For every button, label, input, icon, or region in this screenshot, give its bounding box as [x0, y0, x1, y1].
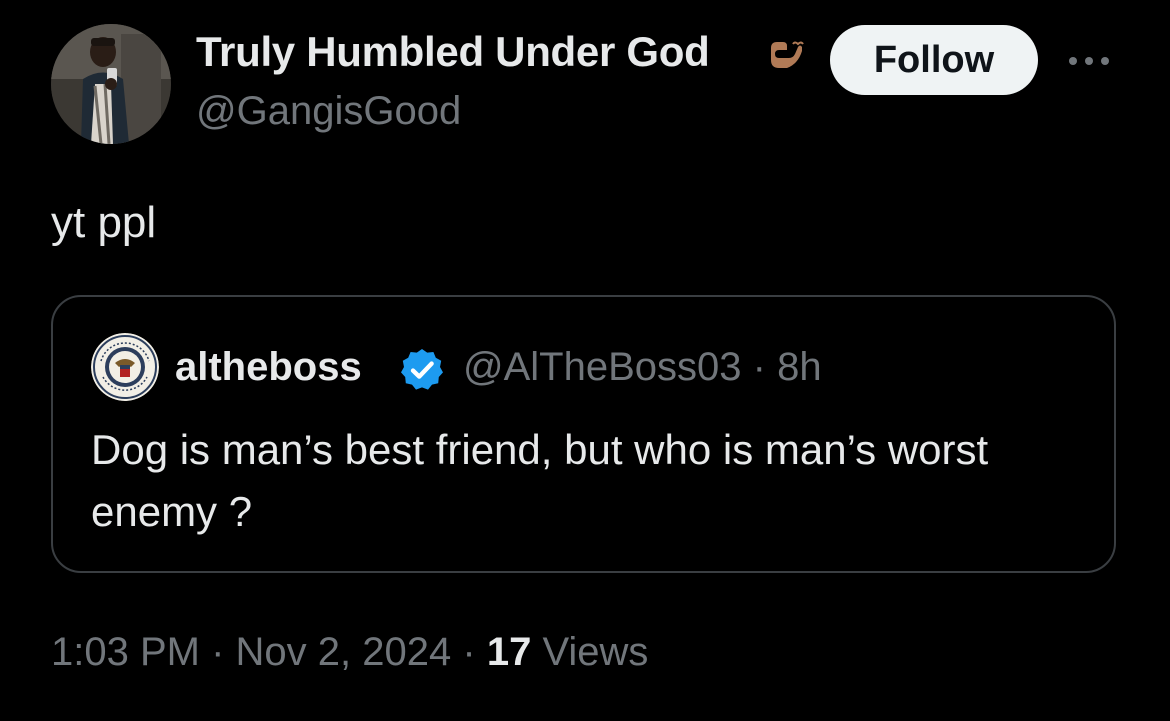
quoted-author-display-name[interactable]: altheboss	[175, 345, 362, 390]
author-display-name[interactable]: Truly Humbled Under God	[196, 28, 710, 76]
tweet-time[interactable]: 1:03 PM	[51, 630, 200, 674]
tweet-meta-row: 1:03 PM · Nov 2, 2024 · 17 Views	[51, 630, 648, 675]
views-label[interactable]: Views	[542, 630, 648, 674]
follow-button[interactable]: Follow	[830, 25, 1038, 95]
quoted-handle-row: @AlTheBoss03 · 8h	[463, 345, 822, 390]
views-count[interactable]: 17	[487, 630, 532, 674]
quoted-tweet-card[interactable]: altheboss @AlTheBoss03 · 8h Dog is man’s…	[51, 295, 1116, 573]
quoted-tweet-text: Dog is man’s best friend, but who is man…	[91, 426, 989, 535]
separator-dot: ·	[211, 630, 225, 674]
seal-logo	[91, 333, 159, 401]
separator-dot: ·	[752, 345, 766, 389]
quoted-author-handle[interactable]: @AlTheBoss03	[463, 345, 742, 389]
tweet: Truly Humbled Under God @GangisGood Foll…	[0, 0, 1170, 721]
more-horizontal-icon[interactable]	[1065, 52, 1113, 70]
author-handle[interactable]: @GangisGood	[196, 89, 461, 134]
verified-badge-icon	[401, 349, 443, 390]
quoted-author-avatar[interactable]	[91, 333, 159, 401]
tweet-text: yt ppl	[51, 198, 157, 247]
author-avatar[interactable]	[51, 24, 171, 144]
avatar-photo	[51, 24, 171, 144]
quoted-tweet-age[interactable]: 8h	[777, 345, 822, 389]
hand-heart-icon	[771, 41, 804, 68]
separator-dot: ·	[462, 630, 476, 674]
tweet-date[interactable]: Nov 2, 2024	[236, 630, 452, 674]
